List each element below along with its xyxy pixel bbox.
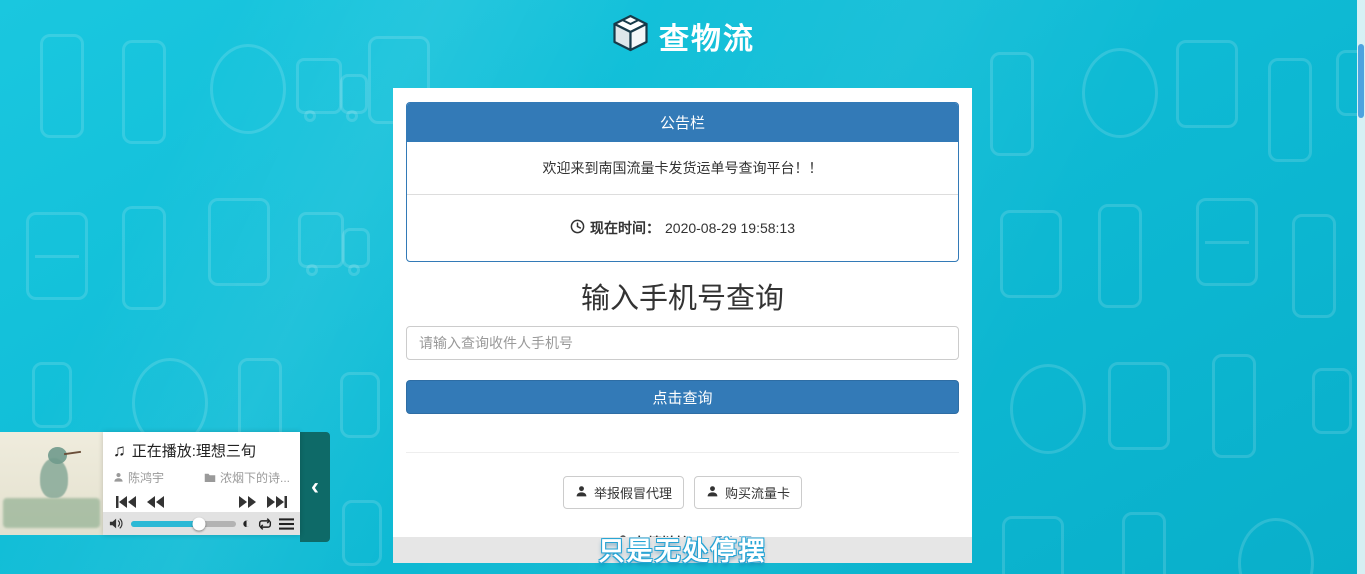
divider [406,452,959,453]
player-panel: ♫ 正在播放:理想三旬 陈鸿宇 浓烟下的诗... [103,432,300,535]
secondary-actions: 举报假冒代理 购买流量卡 [406,476,959,509]
music-note-icon: ♫ [113,443,126,458]
background-pattern-icon [122,40,166,144]
album-art-bird-head [48,447,67,464]
background-pattern-icon [1196,198,1258,286]
next-track-icon[interactable] [266,495,288,509]
background-pattern-icon [1098,204,1142,308]
background-pattern-detail [298,212,344,268]
artist-item: 陈鸿宇 [113,469,164,486]
background-pattern-icon [40,34,84,138]
background-pattern-detail [1205,241,1249,244]
time-value: 2020-08-29 19:58:13 [665,220,795,236]
user-icon [706,485,719,501]
music-player: ♫ 正在播放:理想三旬 陈鸿宇 浓烟下的诗... [0,432,330,542]
background-pattern-icon [1176,40,1238,128]
playback-controls [103,486,300,509]
announcement-panel: 公告栏 欢迎来到南国流量卡发货运单号查询平台！！ 现在时间： 2020-08-2… [406,102,959,262]
rewind-icon[interactable] [146,495,164,509]
site-logo: 查物流 [610,13,755,58]
lyrics-overlay: 只是无处停摆 [0,531,1365,568]
logo-text: 查物流 [659,14,755,58]
query-heading: 输入手机号查询 [406,281,959,317]
time-label: 现在时间： [590,218,660,238]
album-name: 浓烟下的诗... [220,469,290,486]
logo-box-icon [610,13,650,58]
background-pattern-detail [342,228,370,268]
player-collapse-button[interactable]: ‹ [300,432,330,542]
contrast-toggle-icon[interactable]: ◐ [242,517,251,531]
background-pattern-detail [348,264,360,276]
playlist-menu-icon[interactable] [279,518,294,530]
background-pattern-icon [210,44,286,134]
background-pattern-icon [1082,48,1158,138]
welcome-message: 欢迎来到南国流量卡发货运单号查询平台！！ [407,142,958,195]
progress-bar[interactable] [131,521,236,527]
current-time-row: 现在时间： 2020-08-29 19:58:13 [407,195,958,261]
background-pattern-icon [298,212,372,284]
page: 查物流 公告栏 欢迎来到南国流量卡发货运单号查询平台！！ 现在时间： 2020-… [0,0,1365,574]
query-button[interactable]: 点击查询 [406,380,959,414]
album-item: 浓烟下的诗... [204,469,290,486]
background-pattern-icon [1010,364,1086,454]
artist-name: 陈鸿宇 [128,469,164,486]
background-pattern-detail [306,264,318,276]
background-pattern-icon [32,362,72,428]
progress-fill [131,521,199,527]
background-pattern-detail [346,110,358,122]
buy-data-card-label: 购买流量卡 [725,483,790,502]
background-pattern-icon [1108,362,1170,450]
fast-forward-icon[interactable] [239,495,257,509]
volume-icon[interactable] [109,517,125,530]
background-pattern-icon [1292,214,1336,318]
background-pattern-icon [296,58,370,130]
background-pattern-icon [122,206,166,310]
collapse-arrow-icon: ‹ [311,473,319,501]
query-card: 公告栏 欢迎来到南国流量卡发货运单号查询平台！！ 现在时间： 2020-08-2… [393,88,972,563]
clock-icon [570,219,585,237]
previous-track-icon[interactable] [115,495,137,509]
progress-handle[interactable] [193,517,206,530]
background-pattern-icon [1000,210,1062,298]
background-pattern-icon [340,372,380,438]
background-pattern-icon [208,198,270,286]
now-playing-text: 正在播放:理想三旬 [132,440,256,461]
artist-icon [113,472,124,483]
background-pattern-detail [296,58,342,114]
album-art [0,432,103,535]
report-fake-agent-label: 举报假冒代理 [594,483,672,502]
phone-input[interactable] [406,326,959,360]
folder-icon [204,472,216,483]
report-fake-agent-button[interactable]: 举报假冒代理 [563,476,684,509]
background-pattern-detail [304,110,316,122]
background-pattern-icon [26,212,88,300]
background-pattern-detail [340,74,368,114]
buy-data-card-button[interactable]: 购买流量卡 [694,476,802,509]
background-pattern-detail [35,255,79,258]
album-art-bird-beak [64,451,81,455]
background-pattern-icon [1212,354,1256,458]
album-art-branch [3,498,100,528]
track-meta-row: 陈鸿宇 浓烟下的诗... [103,461,300,486]
album-art-bird [40,458,68,498]
repeat-icon[interactable] [257,517,273,531]
background-pattern-icon [990,52,1034,156]
announcement-header: 公告栏 [407,103,958,142]
user-icon [575,485,588,501]
scrollbar-track[interactable] [1357,0,1365,574]
scrollbar-thumb[interactable] [1358,44,1364,118]
background-pattern-icon [1268,58,1312,162]
background-pattern-icon [1312,368,1352,434]
now-playing-row: ♫ 正在播放:理想三旬 [103,432,300,461]
